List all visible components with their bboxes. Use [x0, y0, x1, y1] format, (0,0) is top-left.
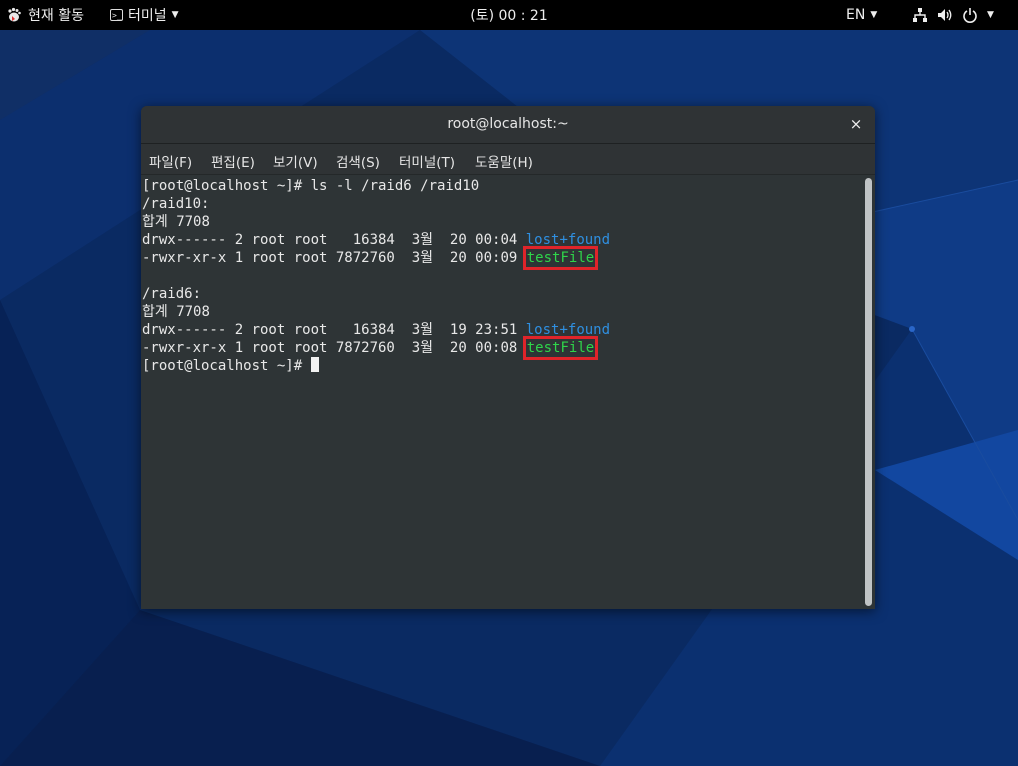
activities-label: 현재 활동 [28, 8, 84, 24]
highlighted-file-name: testFile [522, 246, 599, 270]
terminal-line: /raid10: [142, 195, 863, 213]
terminal-line-text: 합계 7708 [142, 214, 210, 230]
highlighted-file-name: testFile [522, 336, 599, 360]
terminal-line-text: [root@localhost ~]# [142, 358, 311, 374]
language-label: EN [846, 7, 866, 23]
clock-button[interactable]: (토) 00 : 21 [470, 5, 548, 25]
directory-name: lost+found [525, 322, 611, 338]
terminal-line: /raid6: [142, 285, 863, 303]
volume-icon [937, 7, 953, 23]
power-icon [962, 7, 978, 23]
close-icon: × [849, 115, 863, 133]
terminal-line: -rwxr-xr-x 1 root root 7872760 3월 20 00:… [142, 336, 863, 360]
network-icon [912, 7, 928, 23]
terminal-line-text: drwx------ 2 root root 16384 3월 20 00:04 [142, 232, 526, 248]
terminal-line: 합계 7708 [142, 213, 863, 231]
window-titlebar[interactable]: root@localhost:~ × [141, 106, 875, 144]
chevron-down-icon: ▼ [987, 10, 994, 20]
terminal-line-text: drwx------ 2 root root 16384 3월 19 23:51 [142, 322, 526, 338]
chevron-down-icon: ▼ [171, 10, 179, 20]
terminal-line-text: [root@localhost ~]# ls -l /raid6 /raid10 [142, 178, 480, 194]
terminal-line-text: -rwxr-xr-x 1 root root 7872760 3월 20 00:… [142, 250, 526, 266]
terminal-line-text: /raid6: [142, 286, 202, 302]
scrollbar[interactable] [865, 178, 872, 606]
gnome-foot-icon [8, 7, 21, 22]
menu-help[interactable]: 도움말(H) [475, 151, 533, 171]
menu-file[interactable]: 파일(F) [149, 151, 192, 171]
app-menu-button[interactable]: >_ 터미널 ▼ [110, 0, 179, 30]
language-selector[interactable]: EN ▼ [846, 0, 877, 30]
terminal-line-text: 합계 7708 [142, 304, 210, 320]
system-menu-button[interactable]: ▼ [912, 0, 994, 30]
top-bar: 현재 활동 >_ 터미널 ▼ (토) 00 : 21 EN ▼ ▼ [0, 0, 1018, 30]
menu-view[interactable]: 보기(V) [273, 151, 318, 171]
terminal-line: -rwxr-xr-x 1 root root 7872760 3월 20 00:… [142, 246, 863, 270]
window-title: root@localhost:~ [447, 116, 569, 132]
terminal-icon: >_ [110, 9, 123, 21]
activities-button[interactable]: 현재 활동 [6, 0, 84, 30]
text-cursor [310, 357, 319, 372]
menu-bar: 파일(F) 편집(E) 보기(V) 검색(S) 터미널(T) 도움말(H) [141, 144, 875, 175]
terminal-line: 합계 7708 [142, 303, 863, 321]
terminal-line-text: -rwxr-xr-x 1 root root 7872760 3월 20 00:… [142, 340, 526, 356]
terminal-line-text: /raid10: [142, 196, 210, 212]
terminal-line: [root@localhost ~]# ls -l /raid6 /raid10 [142, 177, 863, 195]
menu-edit[interactable]: 편집(E) [211, 151, 255, 171]
close-button[interactable]: × [845, 113, 867, 135]
chevron-down-icon: ▼ [870, 10, 878, 20]
terminal-output[interactable]: [root@localhost ~]# ls -l /raid6 /raid10… [141, 175, 863, 609]
menu-search[interactable]: 검색(S) [336, 151, 380, 171]
app-menu-label: 터미널 [128, 8, 167, 24]
terminal-line: drwx------ 2 root root 16384 3월 20 00:04… [142, 231, 863, 249]
directory-name: lost+found [525, 232, 611, 248]
terminal-line: drwx------ 2 root root 16384 3월 19 23:51… [142, 321, 863, 339]
terminal-window: root@localhost:~ × 파일(F) 편집(E) 보기(V) 검색(… [141, 106, 875, 609]
terminal-line: [root@localhost ~]# [142, 357, 863, 375]
menu-terminal[interactable]: 터미널(T) [399, 151, 455, 171]
